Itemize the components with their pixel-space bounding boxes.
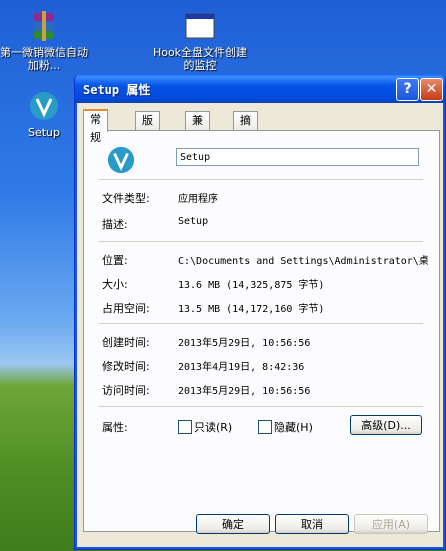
size-value: 13.6 MB (14,325,875 字节)	[178, 280, 325, 291]
disk-size-label: 占用空间:	[102, 302, 150, 315]
created-value: 2013年5月29日, 10:56:56	[178, 338, 311, 349]
divider	[98, 406, 423, 407]
created-label: 创建时间:	[102, 336, 150, 349]
winrar-archive-icon	[28, 10, 60, 42]
file-type-label: 文件类型:	[102, 192, 150, 205]
tab-summary[interactable]: 摘要	[233, 111, 258, 145]
close-icon: ✕	[425, 81, 438, 97]
location-label: 位置:	[102, 254, 128, 267]
cancel-button[interactable]: 取消	[275, 514, 349, 534]
setup-app-icon	[106, 145, 136, 175]
readonly-checkbox[interactable]	[178, 420, 192, 434]
accessed-label: 访问时间:	[102, 384, 150, 397]
divider	[98, 179, 423, 180]
size-label: 大小:	[102, 278, 128, 291]
apply-button[interactable]: 应用(A)	[354, 514, 428, 534]
desktop-icon-label: Hook全盘文件创建的监控	[152, 46, 248, 72]
ok-button[interactable]: 确定	[196, 514, 270, 534]
description-value: Setup	[178, 216, 209, 227]
setup-app-icon	[28, 90, 60, 122]
title-bar[interactable]: Setup 属性 ? ✕	[75, 74, 445, 103]
description-label: 描述:	[102, 218, 128, 231]
readonly-label[interactable]: 只读(R)	[194, 419, 232, 435]
tab-general[interactable]: 常规	[83, 109, 108, 144]
properties-window: Setup 属性 ? ✕ 常规 版本 兼容性 摘要 Setup 文件类型: 应用…	[74, 74, 446, 550]
close-button[interactable]: ✕	[420, 78, 443, 101]
dialog-body: 常规 版本 兼容性 摘要 Setup 文件类型: 应用程序 描述: Setup …	[79, 103, 441, 545]
advanced-button[interactable]: 高级(D)...	[350, 415, 422, 435]
desktop-icon-label: 第一微销微信自动加粉...	[0, 46, 88, 72]
location-value: C:\Documents and Settings\Administrator\…	[178, 256, 428, 267]
application-window-icon	[184, 10, 216, 42]
tab-compatibility[interactable]: 兼容性	[185, 111, 210, 163]
file-type-value: 应用程序	[178, 194, 218, 205]
divider	[98, 323, 423, 324]
modified-label: 修改时间:	[102, 360, 150, 373]
divider	[98, 241, 423, 242]
modified-value: 2013年4月19日, 8:42:36	[178, 362, 305, 373]
tab-version[interactable]: 版本	[135, 111, 160, 145]
hidden-checkbox[interactable]	[258, 420, 272, 434]
window-title: Setup 属性	[83, 83, 151, 97]
help-button[interactable]: ?	[396, 78, 419, 101]
desktop-icon-weixin[interactable]: 第一微销微信自动加粉...	[0, 10, 92, 72]
desktop-icon-hook[interactable]: Hook全盘文件创建的监控	[152, 10, 248, 72]
attributes-label: 属性:	[102, 421, 128, 434]
hidden-label[interactable]: 隐藏(H)	[274, 419, 313, 435]
general-panel: Setup 文件类型: 应用程序 描述: Setup 位置: C:\Docume…	[83, 130, 440, 532]
accessed-value: 2013年5月29日, 10:56:56	[178, 386, 311, 397]
disk-size-value: 13.5 MB (14,172,160 字节)	[178, 304, 325, 315]
file-name-field[interactable]: Setup	[176, 148, 419, 166]
